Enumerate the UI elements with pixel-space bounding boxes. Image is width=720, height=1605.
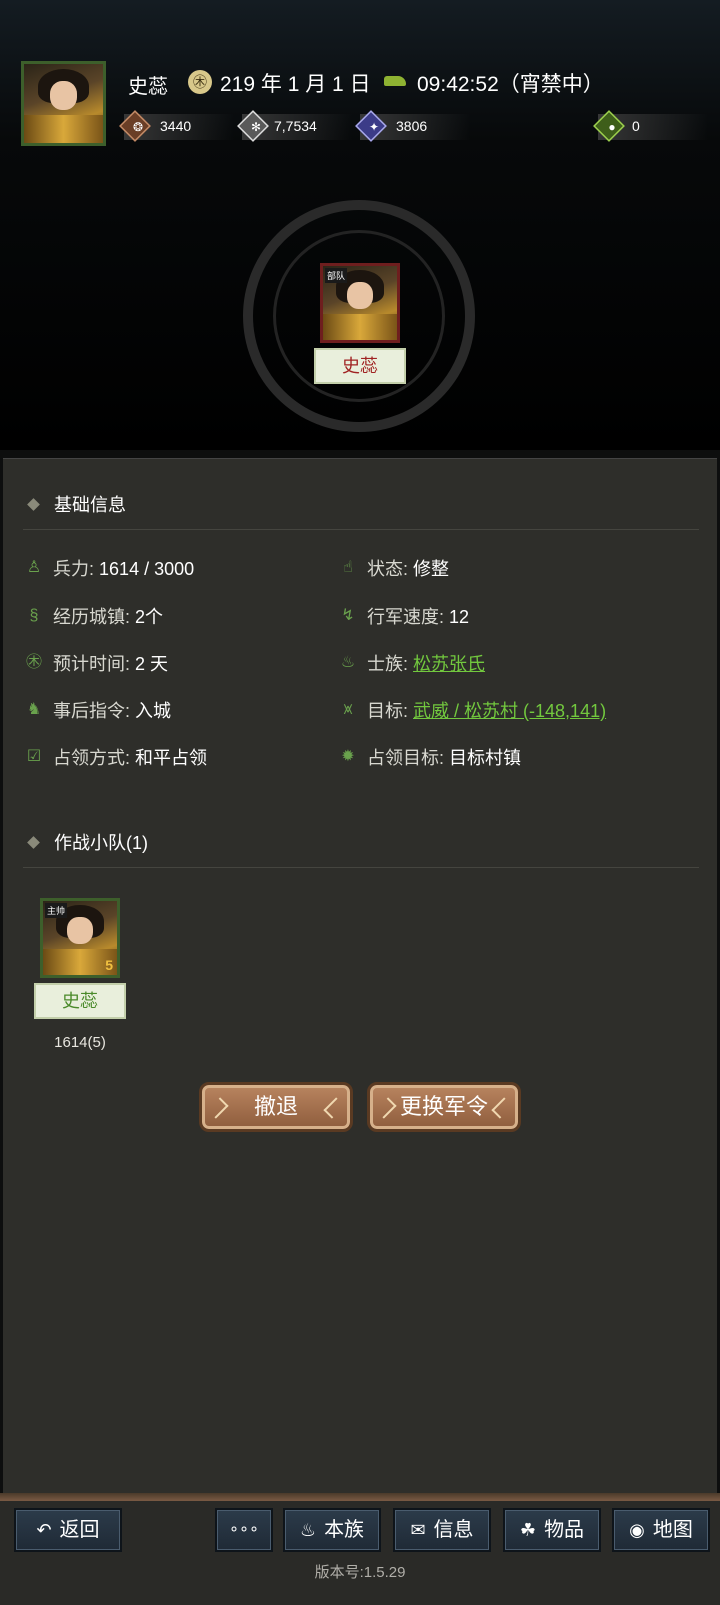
- clan-button[interactable]: ♨ 本族: [283, 1508, 381, 1552]
- clan-row: ♨ 士族: 松苏张氏: [340, 654, 486, 674]
- more-button[interactable]: ∘∘∘: [215, 1508, 273, 1552]
- unit-avatar[interactable]: 部队: [320, 263, 400, 343]
- soldier-value: 3806: [396, 118, 428, 134]
- globe-icon: ◉: [629, 1520, 645, 1540]
- squad-member-name: 史蕊: [34, 983, 126, 1019]
- resource-grain[interactable]: ✻ 7,7534: [237, 110, 352, 142]
- player-name: 史蕊: [128, 76, 168, 98]
- back-arrow-icon: ↶: [36, 1520, 52, 1540]
- bottom-border: [0, 1493, 720, 1501]
- clock-seal-icon: ㊍: [25, 654, 42, 672]
- cities-row: § 经历城镇: 2个: [25, 603, 164, 629]
- grass-icon: ⩙: [343, 701, 353, 719]
- badge-icon: ✹: [341, 748, 355, 766]
- retreat-button[interactable]: 撤退: [199, 1082, 353, 1132]
- target-link[interactable]: 武威 / 松苏村 (-148,141): [413, 701, 606, 721]
- grain-value: 7,7534: [274, 118, 317, 134]
- soldier-icon: ✦: [368, 120, 380, 134]
- clan-link[interactable]: 松苏张氏: [413, 654, 485, 674]
- clan-icon: ♨: [340, 654, 356, 672]
- occupy-mode-row: ☑ 占领方式: 和平占领: [26, 748, 208, 768]
- after-order-row: ♞ 事后指令: 入城: [26, 701, 172, 721]
- person-icon: ♙: [26, 559, 42, 577]
- change-order-button[interactable]: 更换军令: [367, 1082, 521, 1132]
- player-avatar[interactable]: [21, 61, 106, 146]
- coin-value: 3440: [160, 118, 192, 134]
- info-button[interactable]: ✉ 信息: [393, 1508, 491, 1552]
- resource-soldier[interactable]: ✦ 3806: [355, 110, 470, 142]
- game-time: 09:42:52（宵禁中）: [417, 73, 604, 96]
- speed-icon: ↯: [341, 607, 355, 625]
- checkbox-icon: ☑: [26, 748, 42, 766]
- star-level: 5: [105, 957, 113, 973]
- status-row: ☝ 状态: 修整: [339, 555, 449, 581]
- clan-icon: ♨: [299, 1520, 317, 1540]
- dragon-icon: ♞: [26, 701, 42, 719]
- coin-icon: ❂: [132, 120, 144, 134]
- troops-row: ♙ 兵力: 1614 / 3000: [26, 559, 195, 579]
- back-button[interactable]: ↶ 返回: [14, 1508, 122, 1552]
- version-label: 版本号:1.5.29: [314, 1564, 406, 1581]
- bag-value: 0: [632, 118, 640, 134]
- road-icon: §: [29, 607, 39, 625]
- commander-tag: 主帅: [45, 903, 68, 918]
- game-date: 219 年 1 月 1 日: [220, 73, 371, 96]
- eta-row: ㊍预计时间: 2 天: [25, 654, 169, 674]
- basic-info-heading: 基础信息: [27, 491, 126, 517]
- target-row: ⩙ 目标: 武威 / 松苏村 (-148,141): [339, 697, 606, 723]
- unit-tag: 部队: [325, 268, 348, 283]
- grain-icon: ✻: [250, 120, 262, 134]
- resource-bag[interactable]: ● 0: [593, 110, 708, 142]
- chat-icon: ✉: [410, 1520, 426, 1540]
- squad-heading: 作战小队(1): [27, 829, 148, 855]
- status-icon: ☝: [343, 559, 353, 577]
- squad-member-count: 1614(5): [54, 1034, 106, 1051]
- occupy-target-row: ✹ 占领目标: 目标村镇: [339, 744, 521, 770]
- unit-name: 史蕊: [314, 348, 406, 384]
- horse-icon: [384, 76, 406, 86]
- items-icon: ☘: [519, 1520, 537, 1540]
- speed-row: ↯ 行军速度: 12: [339, 603, 469, 629]
- map-button[interactable]: ◉ 地图: [612, 1508, 710, 1552]
- resource-coin[interactable]: ❂ 3440: [119, 110, 234, 142]
- squad-member-avatar[interactable]: 主帅 5: [40, 898, 120, 978]
- bag-icon: ●: [608, 120, 616, 134]
- calendar-seal-icon: ㊍: [188, 70, 212, 94]
- items-button[interactable]: ☘ 物品: [503, 1508, 601, 1552]
